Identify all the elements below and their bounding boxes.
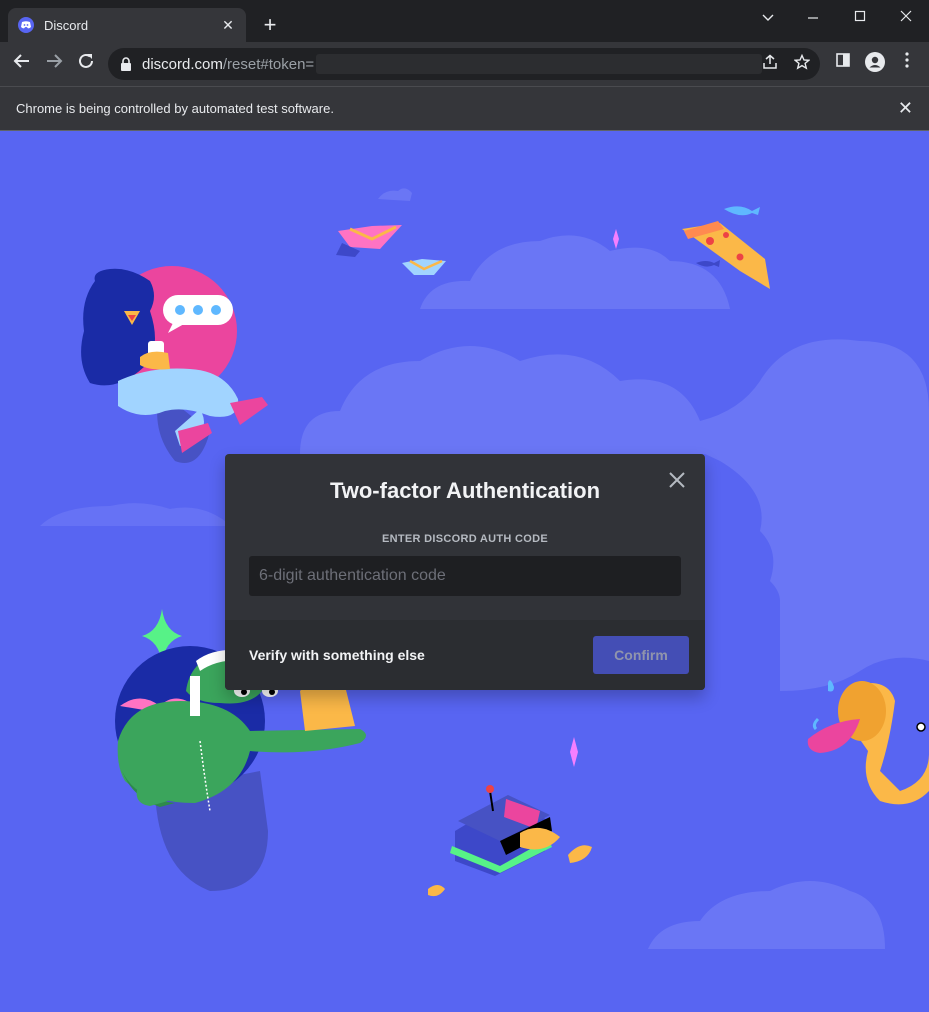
forward-arrow-icon[interactable] [42,52,66,76]
trumpet-decoration [807,680,929,805]
url-path: /reset#token= [222,55,315,73]
maximize-icon[interactable] [837,6,883,28]
infobar-close-icon[interactable]: ✕ [898,99,913,117]
side-panel-icon[interactable] [831,52,855,76]
url-host: discord.com [142,55,223,73]
confirm-button[interactable]: Confirm [593,636,689,674]
tab-close-icon[interactable]: ✕ [220,17,236,34]
lock-icon [121,57,131,71]
more-menu-icon[interactable] [895,52,919,76]
bookmark-star-icon[interactable] [792,53,812,74]
tab-search-icon[interactable] [745,6,791,28]
character-girl-decoration [81,266,268,463]
browser-toolbar: discord.com/reset#token= [0,42,929,86]
tab-discord[interactable]: Discord ✕ [8,8,246,42]
automation-infobar: Chrome is being controlled by automated … [0,86,929,131]
back-arrow-icon[interactable] [10,52,34,76]
auth-code-input[interactable] [249,556,681,596]
discord-favicon-icon [18,17,34,33]
verify-something-else-link[interactable]: Verify with something else [249,647,425,663]
sandwich-decoration [428,785,592,897]
modal-footer: Verify with something else Confirm [225,620,705,690]
reload-icon[interactable] [74,52,98,76]
window-close-icon[interactable] [883,6,929,28]
share-icon[interactable] [760,54,780,74]
modal-title: Two-factor Authentication [329,478,601,503]
tab-strip: Discord ✕ + [0,0,929,42]
two-factor-modal: Two-factor Authentication ENTER DISCORD … [225,454,705,690]
infobar-text: Chrome is being controlled by automated … [16,101,334,116]
new-tab-button[interactable]: + [258,14,282,36]
minimize-icon[interactable] [790,6,836,28]
tab-title: Discord [44,17,89,33]
profile-avatar-icon[interactable] [863,52,887,76]
url-redacted-token [316,54,763,74]
discord-page-background: Two-factor Authentication ENTER DISCORD … [0,131,929,1012]
address-bar[interactable]: discord.com/reset#token= [108,48,820,80]
auth-code-label: ENTER DISCORD AUTH CODE [382,533,548,545]
flying-books-decoration [336,225,446,275]
